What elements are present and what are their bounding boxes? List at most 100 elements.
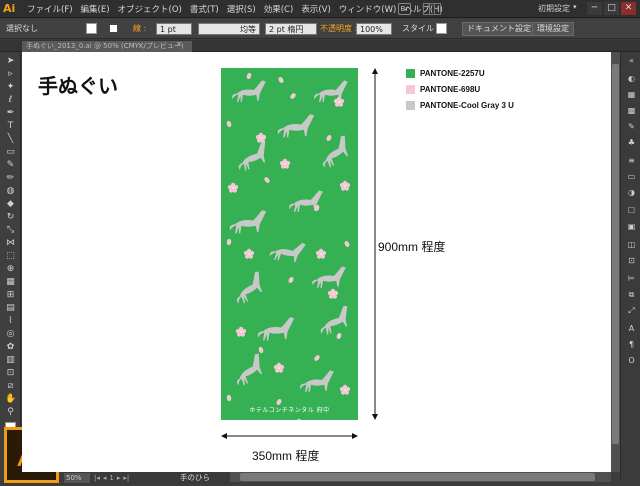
magic-wand-tool-icon[interactable]: ✦ [5,82,16,93]
slice-tool-icon[interactable]: ⧄ [5,381,16,392]
transform-panel-icon[interactable]: ⤢ [626,306,637,316]
color-panel-icon[interactable]: ◐ [626,74,637,84]
stroke-panel-icon[interactable]: ≡ [626,156,637,166]
artboard-number[interactable]: 1 [109,473,113,483]
dimension-lines [221,68,378,439]
blob-brush-tool-icon[interactable]: ◍ [5,186,16,197]
maximize-button[interactable]: □ [604,2,619,15]
shape-builder-tool-icon[interactable]: ⊕ [5,264,16,275]
status-bar: 50% |◂ ◂ 1 ▸ ▸| 手のひら [62,472,230,484]
opacity-field[interactable]: 100% [356,23,392,35]
stroke-label[interactable]: 線 : [133,22,146,36]
bridge-icon[interactable]: Br [398,3,411,15]
canvas[interactable]: 手ぬぐい ホテルコンチネンタル 府中 PANTONE-2257U PANTONE… [22,52,611,472]
brush-select[interactable]: 2 pt 楕円 [265,23,317,35]
document-setup-button[interactable]: ドキュメント設定 [462,22,536,36]
chevron-down-icon[interactable]: ▾ [573,3,577,11]
first-artboard-button[interactable]: |◂ [94,473,100,483]
line-tool-icon[interactable]: ╲ [5,134,16,145]
window-controls: ─ □ ✕ [587,2,636,15]
menu-list: ファイル(F) 編集(E) オブジェクト(O) 書式(T) 選択(S) 効果(C… [27,0,443,18]
opacity-label[interactable]: 不透明度 : [320,22,357,36]
rotate-tool-icon[interactable]: ↻ [5,212,16,223]
hand-tool-icon[interactable]: ✋ [5,394,16,405]
style-label: スタイル : [402,24,440,33]
color-guide-icon[interactable]: ▦ [626,90,637,100]
color-swatch-pink [406,85,415,94]
vertical-scroll-thumb[interactable] [612,64,619,444]
document-tab[interactable]: 手ぬぐい_2013_0.ai @ 50% (CMYK/プレビュー) [22,41,192,52]
stroke-weight-field[interactable]: 1 pt [156,23,192,35]
close-icon[interactable]: × [176,40,182,48]
zoom-field[interactable]: 50% [64,473,90,483]
stroke-profile-select[interactable]: 均等 [198,23,260,35]
last-artboard-button[interactable]: ▸| [123,473,129,483]
document-tab-title: 手ぬぐい_2013_0.ai @ 50% (CMYK/プレビュー) [26,42,184,50]
menu-file[interactable]: ファイル(F) [27,3,73,15]
workspace-switcher[interactable]: 初期設定 [538,3,570,14]
menu-select[interactable]: 選択(S) [227,3,256,15]
type-tool-icon[interactable]: T [5,121,16,132]
pathfinder-panel-icon[interactable]: ⧉ [626,290,637,300]
eraser-tool-icon[interactable]: ◆ [5,199,16,210]
transparency-panel-icon[interactable]: ◑ [626,188,637,198]
pencil-tool-icon[interactable]: ✏ [5,173,16,184]
color-swatch-gray [406,101,415,110]
paragraph-panel-icon[interactable]: ¶ [626,340,637,350]
free-transform-tool-icon[interactable]: ⬚ [5,251,16,262]
close-button[interactable]: ✕ [621,2,636,15]
legend-item: PANTONE-2257U [406,68,485,79]
eyedropper-tool-icon[interactable]: ⌇ [5,316,16,327]
opentype-panel-icon[interactable]: O [626,356,637,366]
minimize-button[interactable]: ─ [587,2,602,15]
preferences-button[interactable]: 環境設定 [532,22,574,36]
previous-artboard-button[interactable]: ◂ [103,473,107,483]
column-graph-tool-icon[interactable]: ▥ [5,355,16,366]
legend-item: PANTONE-698U [406,84,480,95]
horizontal-scrollbar[interactable] [230,472,611,482]
horizontal-scroll-thumb[interactable] [240,473,595,481]
gradient-panel-icon[interactable]: ▭ [626,172,637,182]
graphic-style-swatch[interactable] [436,23,447,34]
menu-edit[interactable]: 編集(E) [81,3,110,15]
character-panel-icon[interactable]: A [626,324,637,334]
collapse-panels-icon[interactable]: « [626,56,637,66]
symbol-sprayer-tool-icon[interactable]: ✿ [5,342,16,353]
graphic-styles-panel-icon[interactable]: ▣ [626,222,637,232]
next-artboard-button[interactable]: ▸ [117,473,121,483]
color-swatch-green [406,69,415,78]
tools-panel: ➤ ▹ ✦ ℓ ✒ T ╲ ▭ ✎ ✏ ◍ ◆ ↻ ⤡ ⋈ ⬚ ⊕ ▦ ⊞ ▤ … [0,52,21,480]
scale-tool-icon[interactable]: ⤡ [5,225,16,236]
direct-selection-tool-icon[interactable]: ▹ [5,69,16,80]
brushes-panel-icon[interactable]: ✎ [626,122,637,132]
artboards-panel-icon[interactable]: ⊡ [626,256,637,266]
menu-type[interactable]: 書式(T) [190,3,219,15]
layers-panel-icon[interactable]: ◫ [626,240,637,250]
perspective-grid-tool-icon[interactable]: ▦ [5,277,16,288]
stroke-swatch[interactable] [108,23,119,34]
paintbrush-tool-icon[interactable]: ✎ [5,160,16,171]
align-panel-icon[interactable]: ⊨ [626,274,637,284]
arrange-documents-icon[interactable] [423,3,441,15]
blend-tool-icon[interactable]: ◎ [5,329,16,340]
menu-effect[interactable]: 効果(C) [264,3,294,15]
swatches-panel-icon[interactable]: ▩ [626,106,637,116]
menu-object[interactable]: オブジェクト(O) [118,3,182,15]
menu-window[interactable]: ウィンドウ(W) [339,3,397,15]
selection-tool-icon[interactable]: ➤ [5,56,16,67]
gradient-tool-icon[interactable]: ▤ [5,303,16,314]
rectangle-tool-icon[interactable]: ▭ [5,147,16,158]
document-tab-bar: 手ぬぐい_2013_0.ai @ 50% (CMYK/プレビュー) × [0,40,640,52]
symbols-panel-icon[interactable]: ♣ [626,138,637,148]
artboard-tool-icon[interactable]: ⊡ [5,368,16,379]
mesh-tool-icon[interactable]: ⊞ [5,290,16,301]
lasso-tool-icon[interactable]: ℓ [5,95,16,106]
zoom-tool-icon[interactable]: ⚲ [5,407,16,418]
appearance-panel-icon[interactable]: ☐ [626,206,637,216]
selection-status: 選択なし [6,24,38,33]
width-tool-icon[interactable]: ⋈ [5,238,16,249]
vertical-scrollbar[interactable] [611,52,620,472]
fill-swatch[interactable] [86,23,97,34]
pen-tool-icon[interactable]: ✒ [5,108,16,119]
menu-view[interactable]: 表示(V) [301,3,330,15]
